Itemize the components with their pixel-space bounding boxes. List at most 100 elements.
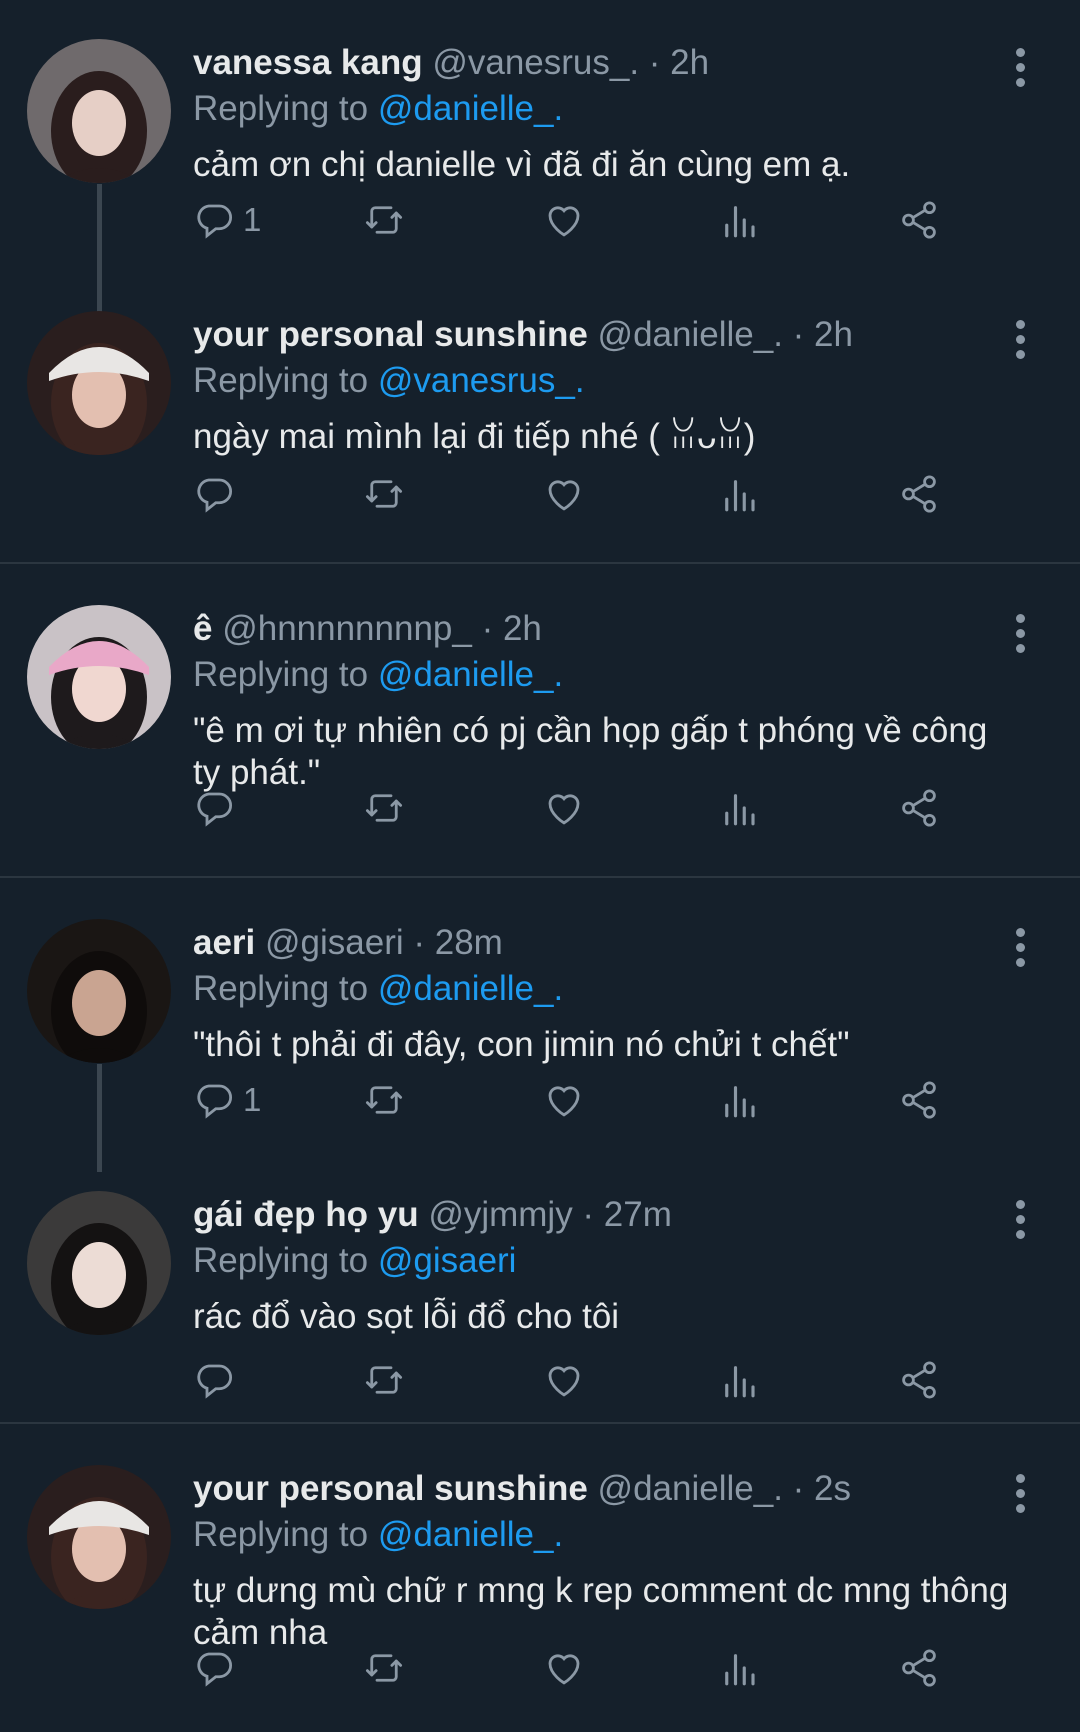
reply-button[interactable]: [193, 1355, 243, 1405]
handle-time: @yjmmjy · 27m: [428, 1195, 672, 1234]
replying-to: Replying to @danielle_.: [193, 966, 1020, 1012]
tweet[interactable]: your personal sunshine @danielle_. · 2h …: [0, 272, 1080, 564]
tweet-header: your personal sunshine @danielle_. · 2s: [193, 1466, 1020, 1512]
like-button[interactable]: [543, 195, 585, 245]
replying-to: Replying to @vanesrus_.: [193, 358, 1020, 404]
tweet-header: gái đẹp họ yu @yjmmjy · 27m: [193, 1192, 1020, 1238]
share-icon: [898, 787, 940, 829]
tweet-content: your personal sunshine @danielle_. · 2h …: [193, 312, 1020, 458]
reply-button[interactable]: [193, 1643, 243, 1693]
display-name[interactable]: vanessa kang: [193, 43, 423, 82]
mention-link[interactable]: @danielle_.: [378, 655, 563, 694]
retweet-icon: [363, 1079, 405, 1121]
more-icon[interactable]: [1014, 1474, 1026, 1513]
reply-icon: [193, 787, 235, 829]
views-icon: [718, 787, 760, 829]
share-button[interactable]: [898, 469, 940, 519]
avatar[interactable]: [27, 311, 171, 455]
reply-button[interactable]: [193, 469, 243, 519]
retweet-button[interactable]: [363, 1075, 405, 1125]
like-button[interactable]: [543, 1355, 585, 1405]
views-button[interactable]: [718, 1355, 760, 1405]
avatar[interactable]: [27, 39, 171, 183]
heart-icon: [543, 1647, 585, 1689]
tweet-content: vanessa kang @vanesrus_. · 2h Replying t…: [193, 40, 1020, 186]
views-icon: [718, 1079, 760, 1121]
retweet-button[interactable]: [363, 783, 405, 833]
share-icon: [898, 1647, 940, 1689]
mention-link[interactable]: @danielle_.: [378, 1515, 563, 1554]
tweet[interactable]: aeri @gisaeri · 28m Replying to @daniell…: [0, 880, 1080, 1152]
views-icon: [718, 1647, 760, 1689]
more-icon[interactable]: [1014, 1200, 1026, 1239]
reply-button[interactable]: 1: [193, 1075, 261, 1125]
share-button[interactable]: [898, 1355, 940, 1405]
retweet-button[interactable]: [363, 195, 405, 245]
tweet-header: ê @hnnnnnnnnp_ · 2h: [193, 606, 1020, 652]
reply-icon: [193, 199, 235, 241]
display-name[interactable]: ê: [193, 609, 212, 648]
retweet-icon: [363, 199, 405, 241]
display-name[interactable]: aeri: [193, 923, 255, 962]
views-button[interactable]: [718, 469, 760, 519]
replying-to: Replying to @danielle_.: [193, 1512, 1020, 1558]
mention-link[interactable]: @danielle_.: [378, 969, 563, 1008]
tweet[interactable]: vanessa kang @vanesrus_. · 2h Replying t…: [0, 0, 1080, 272]
avatar[interactable]: [27, 1191, 171, 1335]
views-button[interactable]: [718, 783, 760, 833]
reply-count: 1: [243, 1081, 262, 1118]
tweet-content: aeri @gisaeri · 28m Replying to @daniell…: [193, 920, 1020, 1066]
heart-icon: [543, 787, 585, 829]
share-button[interactable]: [898, 1075, 940, 1125]
handle-time: @danielle_. · 2h: [597, 315, 853, 354]
views-button[interactable]: [718, 1075, 760, 1125]
avatar[interactable]: [27, 1465, 171, 1609]
reply-icon: [193, 1079, 235, 1121]
handle-time: @gisaeri · 28m: [265, 923, 503, 962]
replying-prefix: Replying to: [193, 361, 378, 400]
like-button[interactable]: [543, 469, 585, 519]
more-icon[interactable]: [1014, 320, 1026, 359]
mention-link[interactable]: @danielle_.: [378, 89, 563, 128]
tweet[interactable]: ê @hnnnnnnnnp_ · 2h Replying to @daniell…: [0, 566, 1080, 878]
share-button[interactable]: [898, 783, 940, 833]
share-button[interactable]: [898, 1643, 940, 1693]
mention-link[interactable]: @vanesrus_.: [378, 361, 585, 400]
tweet-actions: 1: [193, 195, 1023, 245]
retweet-button[interactable]: [363, 1643, 405, 1693]
tweet-text: rác đổ vào sọt lỗi đổ cho tôi: [193, 1297, 620, 1336]
tweet[interactable]: gái đẹp họ yu @yjmmjy · 27m Replying to …: [0, 1152, 1080, 1424]
reply-icon: [193, 473, 235, 515]
reply-count: 1: [243, 201, 262, 238]
replying-to: Replying to @danielle_.: [193, 86, 1020, 132]
like-button[interactable]: [543, 1075, 585, 1125]
tweet-text: "ê m ơi tự nhiên có pj cần họp gấp t phó…: [193, 711, 988, 792]
replying-prefix: Replying to: [193, 655, 378, 694]
tweet-actions: [193, 783, 1023, 833]
more-icon[interactable]: [1014, 614, 1026, 653]
replying-prefix: Replying to: [193, 89, 378, 128]
views-icon: [718, 199, 760, 241]
reply-button[interactable]: 1: [193, 195, 261, 245]
like-button[interactable]: [543, 783, 585, 833]
avatar[interactable]: [27, 919, 171, 1063]
share-icon: [898, 1359, 940, 1401]
heart-icon: [543, 473, 585, 515]
display-name[interactable]: gái đẹp họ yu: [193, 1195, 419, 1234]
retweet-button[interactable]: [363, 1355, 405, 1405]
tweet-text: "thôi t phải đi đây, con jimin nó chửi t…: [193, 1025, 850, 1064]
views-button[interactable]: [718, 1643, 760, 1693]
avatar[interactable]: [27, 605, 171, 749]
more-icon[interactable]: [1014, 48, 1026, 87]
retweet-button[interactable]: [363, 469, 405, 519]
display-name[interactable]: your personal sunshine: [193, 1469, 588, 1508]
display-name[interactable]: your personal sunshine: [193, 315, 588, 354]
share-button[interactable]: [898, 195, 940, 245]
replying-to: Replying to @danielle_.: [193, 652, 1020, 698]
like-button[interactable]: [543, 1643, 585, 1693]
more-icon[interactable]: [1014, 928, 1026, 967]
reply-button[interactable]: [193, 783, 243, 833]
views-button[interactable]: [718, 195, 760, 245]
mention-link[interactable]: @gisaeri: [378, 1241, 517, 1280]
tweet[interactable]: your personal sunshine @danielle_. · 2s …: [0, 1426, 1080, 1732]
